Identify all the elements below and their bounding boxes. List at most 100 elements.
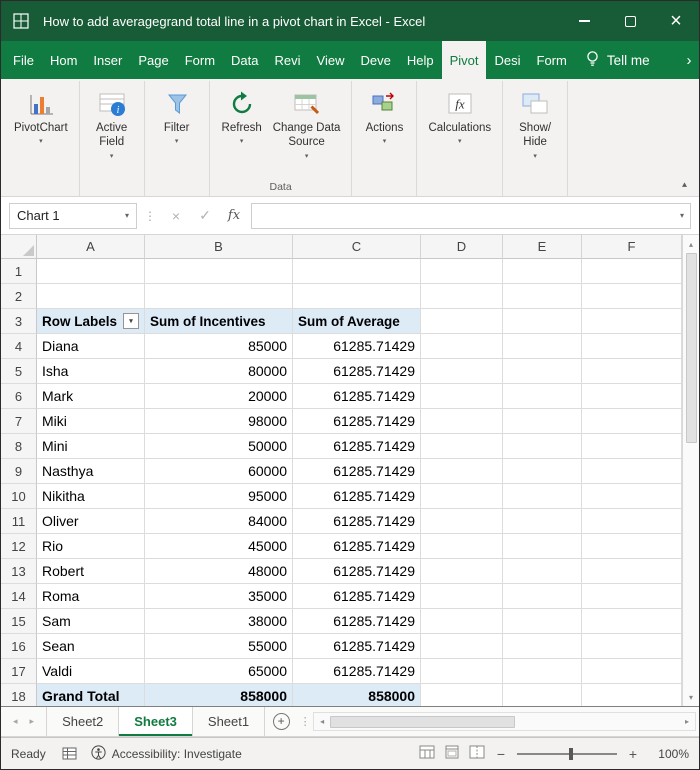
row-header-3[interactable]: 3 (1, 309, 37, 334)
maximize-button[interactable] (607, 1, 653, 41)
zoom-slider-thumb[interactable] (569, 747, 573, 760)
scroll-up-button[interactable]: ▴ (683, 235, 699, 253)
cell-B4[interactable]: 85000 (145, 334, 293, 359)
macro-record-button[interactable] (62, 747, 77, 760)
cell-E17[interactable] (503, 659, 582, 684)
row-header-10[interactable]: 10 (1, 484, 37, 509)
cell-B12[interactable]: 45000 (145, 534, 293, 559)
row-header-8[interactable]: 8 (1, 434, 37, 459)
row-header-18[interactable]: 18 (1, 684, 37, 706)
collapse-ribbon-button[interactable]: ▴ (682, 180, 687, 190)
sheet-nav-right-button[interactable]: ▸ (30, 716, 35, 727)
cell-C2[interactable] (293, 284, 421, 309)
cell-D15[interactable] (421, 609, 503, 634)
cell-F18[interactable] (582, 684, 682, 706)
cell-F4[interactable] (582, 334, 682, 359)
sheet-tab-sheet3[interactable]: Sheet3 (119, 707, 193, 736)
cell-C12[interactable]: 61285.71429 (293, 534, 421, 559)
enter-button[interactable]: ✓ (193, 207, 217, 224)
cell-D16[interactable] (421, 634, 503, 659)
formula-input[interactable]: ▾ (251, 202, 691, 229)
ribbon-tab-help[interactable]: Help (399, 41, 442, 79)
ribbon-tab-form[interactable]: Form (529, 41, 575, 79)
zoom-in-button[interactable]: + (626, 747, 640, 761)
cell-C3[interactable]: Sum of Average (293, 309, 421, 334)
cell-B15[interactable]: 38000 (145, 609, 293, 634)
cell-A7[interactable]: Miki (37, 409, 145, 434)
pivotchart-button[interactable]: PivotChart ▾ (9, 83, 73, 145)
cell-B1[interactable] (145, 259, 293, 284)
scroll-down-button[interactable]: ▾ (683, 688, 699, 706)
vertical-scrollbar[interactable]: ▴ ▾ (682, 235, 699, 706)
sheet-tab-sheet1[interactable]: Sheet1 (193, 707, 266, 736)
cell-F13[interactable] (582, 559, 682, 584)
cell-D10[interactable] (421, 484, 503, 509)
cell-D17[interactable] (421, 659, 503, 684)
cell-B9[interactable]: 60000 (145, 459, 293, 484)
cell-F10[interactable] (582, 484, 682, 509)
cancel-button[interactable]: × (164, 208, 188, 224)
cell-B17[interactable]: 65000 (145, 659, 293, 684)
cell-A3[interactable]: Row Labels ▾ (37, 309, 145, 334)
cell-C13[interactable]: 61285.71429 (293, 559, 421, 584)
cell-E8[interactable] (503, 434, 582, 459)
row-header-14[interactable]: 14 (1, 584, 37, 609)
zoom-out-button[interactable]: − (494, 747, 508, 761)
minimize-button[interactable] (561, 1, 607, 41)
ribbon-tab-revi[interactable]: Revi (267, 41, 309, 79)
cell-E7[interactable] (503, 409, 582, 434)
ribbon-tab-pivot[interactable]: Pivot (441, 41, 487, 79)
cell-B11[interactable]: 84000 (145, 509, 293, 534)
cell-A11[interactable]: Oliver (37, 509, 145, 534)
cell-C16[interactable]: 61285.71429 (293, 634, 421, 659)
cell-D2[interactable] (421, 284, 503, 309)
cell-D9[interactable] (421, 459, 503, 484)
cell-A16[interactable]: Sean (37, 634, 145, 659)
cell-B16[interactable]: 55000 (145, 634, 293, 659)
cell-C1[interactable] (293, 259, 421, 284)
cell-A2[interactable] (37, 284, 145, 309)
change-data-source-button[interactable]: Change Data Source ▾ (268, 83, 346, 160)
cell-D3[interactable] (421, 309, 503, 334)
cell-E14[interactable] (503, 584, 582, 609)
cell-B3[interactable]: Sum of Incentives (145, 309, 293, 334)
cell-C15[interactable]: 61285.71429 (293, 609, 421, 634)
row-header-7[interactable]: 7 (1, 409, 37, 434)
cell-E13[interactable] (503, 559, 582, 584)
cell-A18[interactable]: Grand Total (37, 684, 145, 706)
cell-A10[interactable]: Nikitha (37, 484, 145, 509)
cell-A6[interactable]: Mark (37, 384, 145, 409)
cell-E4[interactable] (503, 334, 582, 359)
ribbon-tab-inser[interactable]: Inser (85, 41, 130, 79)
cell-A12[interactable]: Rio (37, 534, 145, 559)
cell-F7[interactable] (582, 409, 682, 434)
ribbon-tab-hom[interactable]: Hom (42, 41, 85, 79)
cell-B7[interactable]: 98000 (145, 409, 293, 434)
ribbon-tab-view[interactable]: View (309, 41, 353, 79)
column-header-E[interactable]: E (503, 235, 582, 259)
column-header-C[interactable]: C (293, 235, 421, 259)
cell-B13[interactable]: 48000 (145, 559, 293, 584)
cell-E9[interactable] (503, 459, 582, 484)
cell-B8[interactable]: 50000 (145, 434, 293, 459)
name-box-dropdown-icon[interactable]: ▾ (117, 211, 129, 220)
cell-B10[interactable]: 95000 (145, 484, 293, 509)
zoom-slider[interactable] (517, 747, 617, 760)
select-all-corner[interactable] (1, 235, 37, 259)
tab-scrollbar-splitter[interactable]: ⋮ (297, 707, 313, 736)
cell-F3[interactable] (582, 309, 682, 334)
cell-E12[interactable] (503, 534, 582, 559)
page-layout-view-button[interactable] (444, 745, 460, 762)
cell-F1[interactable] (582, 259, 682, 284)
row-header-5[interactable]: 5 (1, 359, 37, 384)
cell-A9[interactable]: Nasthya (37, 459, 145, 484)
cell-F9[interactable] (582, 459, 682, 484)
cell-D1[interactable] (421, 259, 503, 284)
cell-E2[interactable] (503, 284, 582, 309)
cell-D11[interactable] (421, 509, 503, 534)
scroll-left-button[interactable]: ◂ (314, 717, 330, 726)
cell-F14[interactable] (582, 584, 682, 609)
cell-F5[interactable] (582, 359, 682, 384)
tell-me-button[interactable]: Tell me (575, 41, 660, 79)
cell-A1[interactable] (37, 259, 145, 284)
